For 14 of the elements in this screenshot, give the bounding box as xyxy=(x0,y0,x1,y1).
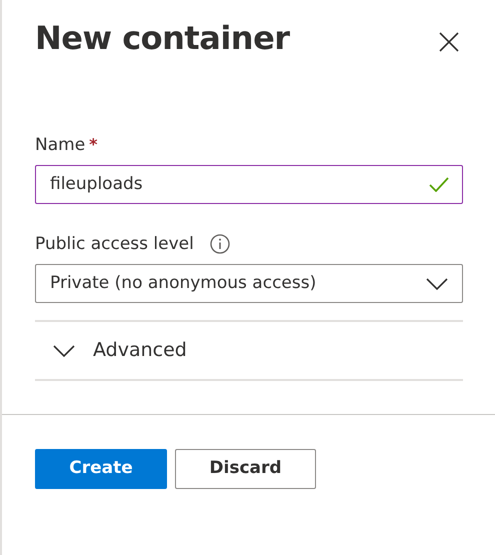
name-field[interactable]: fileuploads xyxy=(35,164,463,204)
chevron-down-icon xyxy=(53,344,75,356)
field-label: Public access level xyxy=(35,232,194,256)
access-level-dropdown[interactable]: Private (no anonymous access) xyxy=(35,264,463,303)
advanced-expander[interactable]: Advanced xyxy=(35,336,187,365)
discard-button[interactable]: Discard xyxy=(175,449,316,489)
panel-title: New container xyxy=(35,22,290,54)
required-asterisk: * xyxy=(89,134,98,156)
checkmark-icon xyxy=(429,176,449,192)
field-label: Name xyxy=(35,134,86,157)
info-icon[interactable] xyxy=(210,234,230,254)
close-icon xyxy=(439,32,459,52)
create-button[interactable]: Create xyxy=(35,449,167,489)
chevron-down-icon xyxy=(426,278,448,290)
